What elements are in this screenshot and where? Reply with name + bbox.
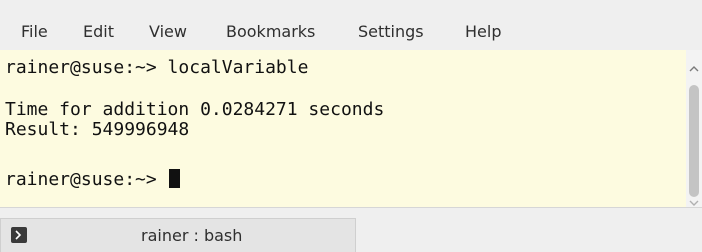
terminal-output[interactable]: rainer@suse:~> localVariable Time for ad… [0, 50, 686, 207]
terminal-prompt-text: rainer@suse:~> [5, 169, 168, 190]
scrollbar-thumb[interactable] [689, 85, 699, 197]
tab-rainer-bash[interactable]: rainer : bash [0, 218, 356, 252]
tab-label: rainer : bash [141, 226, 243, 245]
terminal-line-prompt: rainer@suse:~> [5, 169, 180, 190]
menu-edit[interactable]: Edit [83, 22, 114, 42]
terminal-line-command: rainer@suse:~> localVariable [5, 57, 309, 78]
terminal-line-result: Result: 549996948 [5, 119, 190, 140]
menu-help[interactable]: Help [465, 22, 501, 42]
menu-view[interactable]: View [149, 22, 187, 42]
menu-settings[interactable]: Settings [358, 22, 424, 42]
terminal-line-timing: Time for addition 0.0284271 seconds [5, 99, 385, 120]
tab-bar: rainer : bash [0, 207, 702, 252]
scroll-up-icon[interactable] [689, 64, 699, 74]
vertical-scrollbar[interactable] [686, 50, 702, 207]
menu-bar: File Edit View Bookmarks Settings Help [0, 0, 702, 50]
menu-bookmarks[interactable]: Bookmarks [226, 22, 315, 42]
terminal-icon [11, 227, 27, 243]
menu-file[interactable]: File [21, 22, 48, 42]
text-cursor [168, 169, 180, 188]
